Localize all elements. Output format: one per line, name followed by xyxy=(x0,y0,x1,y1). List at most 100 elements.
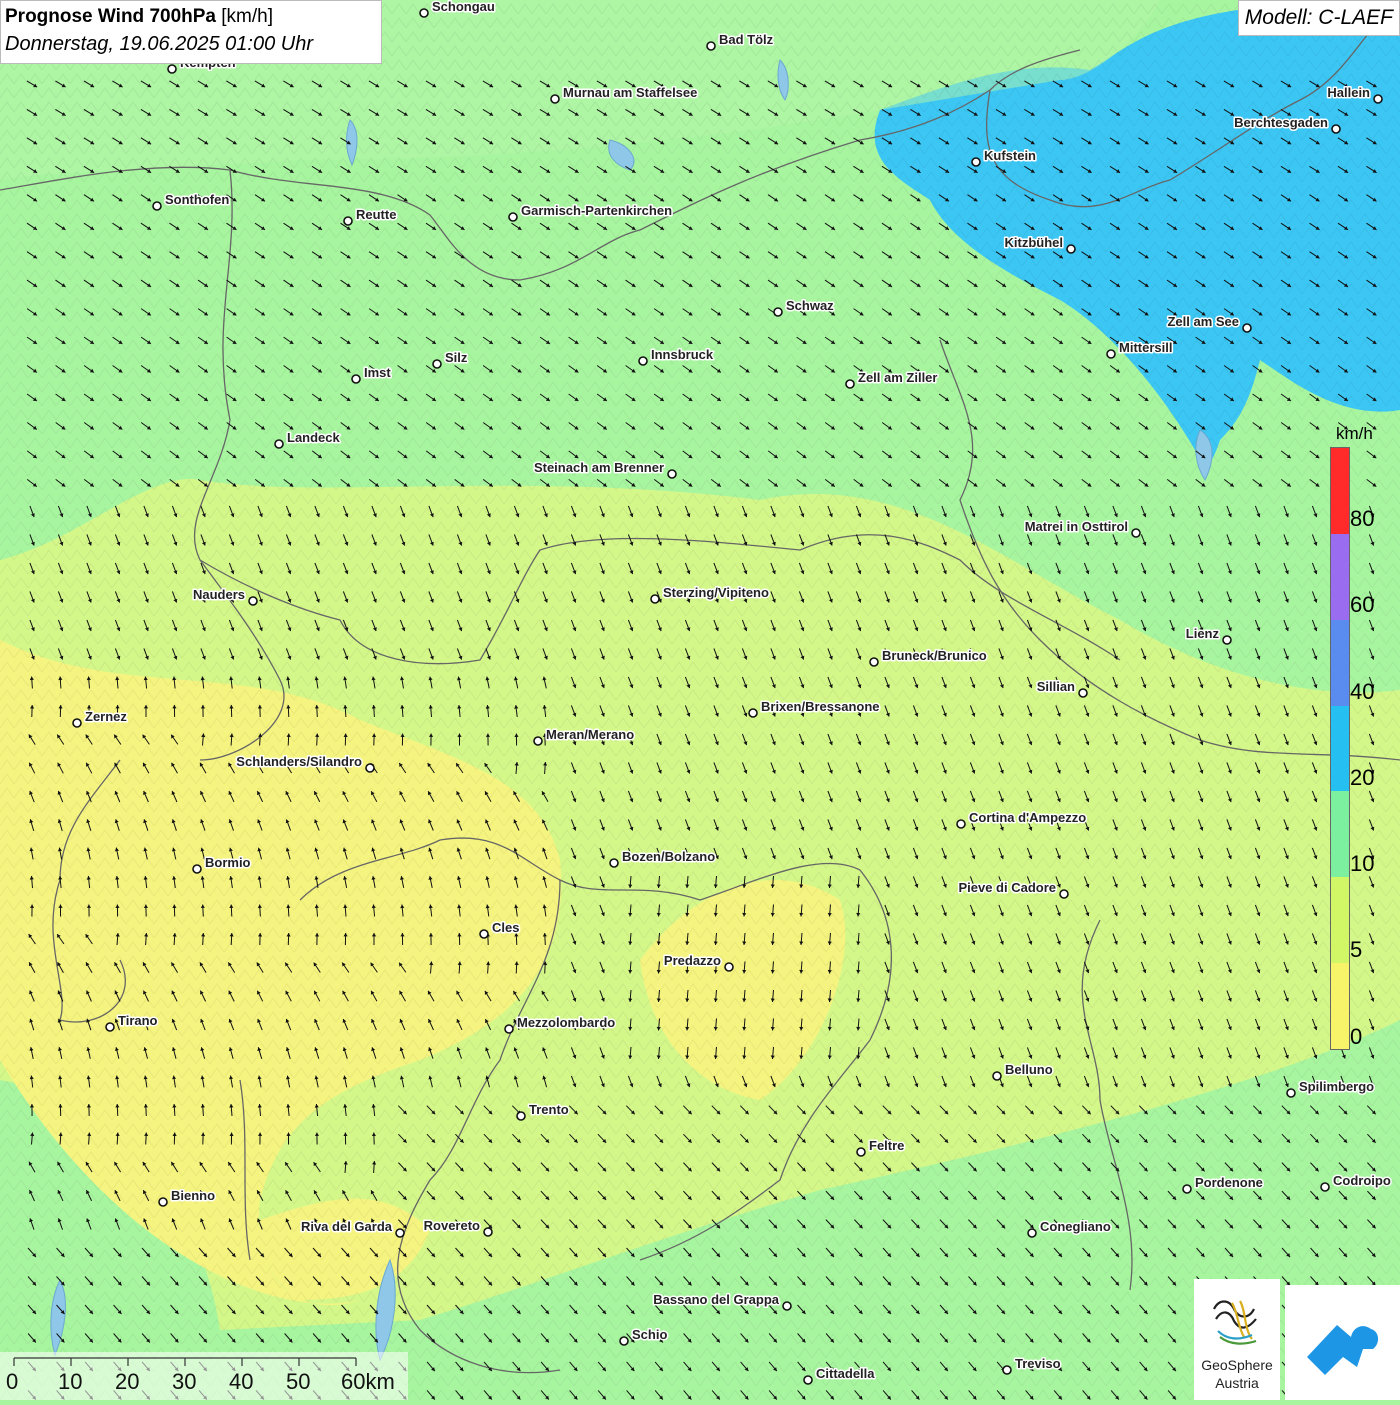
city-dot xyxy=(1243,324,1251,332)
city-dot xyxy=(517,1112,525,1120)
city-label: Belluno xyxy=(1005,1062,1053,1077)
legend-color-segment xyxy=(1331,620,1349,706)
city-dot xyxy=(749,709,757,717)
city-label: Matrei in Osttirol xyxy=(1025,519,1128,534)
city-label: Spilimbergo xyxy=(1299,1079,1374,1094)
city-label: Bassano del Grappa xyxy=(653,1292,779,1307)
scale-tick-label: 0 xyxy=(6,1369,18,1395)
city-label: Murnau am Staffelsee xyxy=(563,85,697,100)
map-title-main: Prognose Wind 700hPa xyxy=(5,6,216,27)
city-label: Sonthofen xyxy=(165,192,229,207)
legend-label: 40 xyxy=(1350,679,1374,705)
city-label: Kitzbühel xyxy=(1005,235,1064,250)
city-dot xyxy=(804,1376,812,1384)
city-dot xyxy=(1332,125,1340,133)
scale-tick-label: 40 xyxy=(229,1369,253,1395)
city-dot xyxy=(168,65,176,73)
city-dot xyxy=(870,658,878,666)
city-label: Bruneck/Brunico xyxy=(882,648,987,663)
city-dot xyxy=(551,95,559,103)
city-label: Pordenone xyxy=(1195,1175,1263,1190)
scale-tick-label: 50 xyxy=(286,1369,310,1395)
city-dot xyxy=(957,820,965,828)
city-label: Cortina d'Ampezzo xyxy=(969,810,1086,825)
legend-label: 0 xyxy=(1350,1024,1362,1050)
city-label: Bozen/Bolzano xyxy=(622,849,715,864)
scale-tick-label: 60km xyxy=(341,1369,395,1395)
legend-color-segment xyxy=(1331,963,1349,1049)
city-label: Trento xyxy=(529,1102,569,1117)
city-dot xyxy=(846,380,854,388)
city-label: Pieve di Cadore xyxy=(958,880,1056,895)
legend-label: 20 xyxy=(1350,765,1374,791)
legend-color-segment xyxy=(1331,706,1349,792)
city-label: Meran/Merano xyxy=(546,727,634,742)
city-label: Sillian xyxy=(1037,679,1075,694)
city-dot xyxy=(993,1072,1001,1080)
city-label: Treviso xyxy=(1015,1356,1061,1371)
legend-label: 60 xyxy=(1350,592,1374,618)
city-dot xyxy=(639,357,647,365)
city-label: Bienno xyxy=(171,1188,215,1203)
city-dot xyxy=(1067,245,1075,253)
city-label: Innsbruck xyxy=(651,347,714,362)
city-dot xyxy=(1107,350,1115,358)
city-dot xyxy=(651,595,659,603)
geosphere-country: Austria xyxy=(1194,1375,1280,1391)
model-label: Modell: C-LAEF xyxy=(1238,0,1400,36)
city-dot xyxy=(725,963,733,971)
city-dot xyxy=(484,1228,492,1236)
city-dot xyxy=(344,217,352,225)
city-dot xyxy=(1374,95,1382,103)
city-label: Cles xyxy=(492,920,519,935)
city-label: Landeck xyxy=(287,430,341,445)
city-dot xyxy=(1183,1185,1191,1193)
city-dot xyxy=(534,737,542,745)
map-title: Prognose Wind 700hPa [km/h] xyxy=(5,4,377,30)
legend-color-segment xyxy=(1331,448,1349,534)
city-dot xyxy=(1060,890,1068,898)
geosphere-name: GeoSphere xyxy=(1194,1357,1280,1373)
city-dot xyxy=(1321,1183,1329,1191)
city-label: Mezzolombardo xyxy=(517,1015,615,1030)
scale-tick-label: 20 xyxy=(115,1369,139,1395)
city-dot xyxy=(1223,636,1231,644)
city-dot xyxy=(783,1302,791,1310)
city-label: Zell am Ziller xyxy=(858,370,937,385)
city-dot xyxy=(159,1198,167,1206)
legend-label: 10 xyxy=(1350,851,1374,877)
city-dot xyxy=(1003,1366,1011,1374)
city-label: Nauders xyxy=(193,587,245,602)
city-dot xyxy=(972,158,980,166)
cloud-arrow-icon xyxy=(1285,1285,1400,1400)
color-legend xyxy=(1330,447,1350,1050)
city-dot xyxy=(505,1025,513,1033)
city-label: Predazzo xyxy=(664,953,721,968)
legend-label: 5 xyxy=(1350,937,1362,963)
city-label: Garmisch-Partenkirchen xyxy=(521,203,672,218)
legend-color-segment xyxy=(1331,877,1349,963)
city-label: Zell am See xyxy=(1167,314,1239,329)
city-dot xyxy=(433,360,441,368)
city-label: Schlanders/Silandro xyxy=(236,754,362,769)
city-label: Lienz xyxy=(1186,626,1220,641)
city-dot xyxy=(352,375,360,383)
city-dot xyxy=(774,308,782,316)
forecast-map: SchongauBad TölzKemptenMurnau am Staffel… xyxy=(0,0,1400,1400)
city-label: Bad Tölz xyxy=(719,32,774,47)
city-dot xyxy=(249,597,257,605)
city-label: Rovereto xyxy=(424,1218,480,1233)
partner-logo xyxy=(1285,1285,1400,1400)
city-dot xyxy=(1079,689,1087,697)
city-label: Cittadella xyxy=(816,1366,875,1381)
city-dot xyxy=(106,1023,114,1031)
city-dot xyxy=(668,470,676,478)
city-label: Kufstein xyxy=(984,148,1036,163)
scale-tick-label: 30 xyxy=(172,1369,196,1395)
city-dot xyxy=(275,440,283,448)
city-label: Steinach am Brenner xyxy=(534,460,664,475)
city-dot xyxy=(366,764,374,772)
city-dot xyxy=(480,930,488,938)
city-dot xyxy=(420,9,428,17)
city-dot xyxy=(1028,1229,1036,1237)
